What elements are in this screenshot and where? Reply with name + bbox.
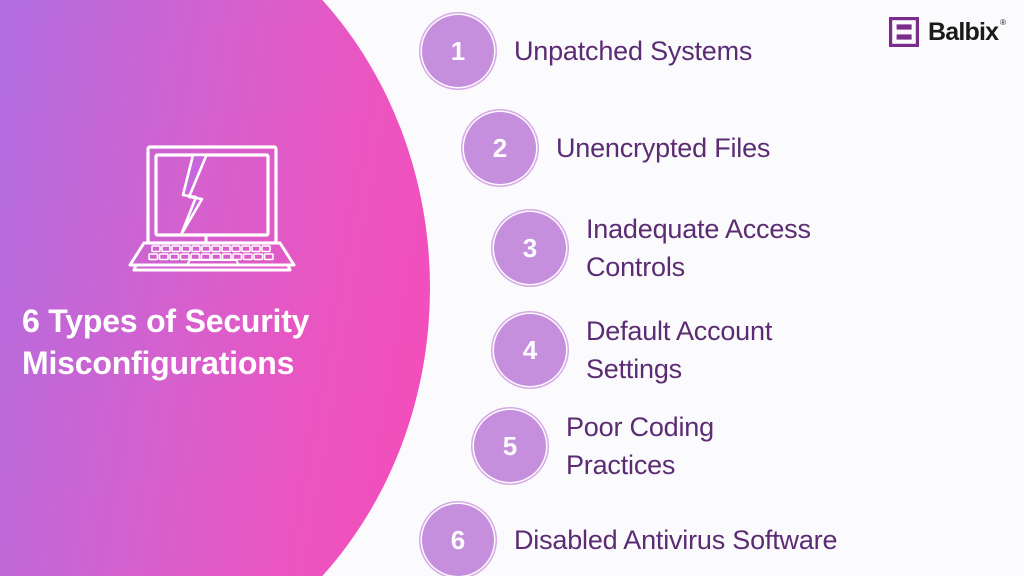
item-label: Unencrypted Files — [556, 132, 771, 163]
item-label: Unpatched Systems — [514, 35, 753, 66]
item-label: Disabled Antivirus Software — [514, 524, 838, 555]
item-number: 3 — [522, 233, 538, 264]
cracked-laptop-icon — [122, 143, 302, 273]
item-label: Poor Coding Practices — [566, 412, 714, 481]
item-number-badge: 5 — [474, 410, 546, 483]
item-number: 1 — [450, 36, 466, 66]
page-title: 6 Types of Security Misconfigurations — [22, 300, 422, 384]
item-number: 6 — [450, 525, 466, 555]
item-number-badge: 2 — [464, 112, 536, 184]
item-number: 2 — [492, 133, 508, 163]
balbix-wordmark-text: Balbix — [928, 17, 999, 46]
item-number-badge: 1 — [422, 15, 494, 87]
item-label: Inadequate Access Controls — [586, 214, 811, 283]
gradient-blob-shape — [0, 0, 430, 576]
list-item: 3 Inadequate Access Controls — [494, 210, 811, 287]
balbix-wordmark: Balbix ® — [928, 17, 1006, 46]
list-item: 1 Unpatched Systems — [422, 15, 752, 87]
list-item: 2 Unencrypted Files — [464, 112, 770, 184]
infographic-canvas: 6 Types of Security Misconfigurations Ba… — [0, 0, 1024, 576]
registered-trademark-symbol: ® — [1000, 17, 1006, 27]
balbix-stacked-bars-icon — [889, 17, 919, 47]
item-label: Default Account Settings — [586, 316, 773, 385]
page-title-line-2: Misconfigurations — [22, 345, 295, 382]
list-item: 6 Disabled Antivirus Software — [422, 504, 837, 576]
item-number: 5 — [502, 431, 518, 462]
item-number: 4 — [522, 335, 538, 366]
list-item: 4 Default Account Settings — [494, 312, 772, 389]
item-number-badge: 6 — [422, 504, 494, 576]
page-title-line-1: 6 Types of Security — [22, 303, 310, 339]
item-number-badge: 3 — [494, 212, 566, 285]
list-item: 5 Poor Coding Practices — [474, 408, 714, 485]
item-number-badge: 4 — [494, 314, 566, 387]
balbix-logo: Balbix ® — [889, 17, 1006, 47]
